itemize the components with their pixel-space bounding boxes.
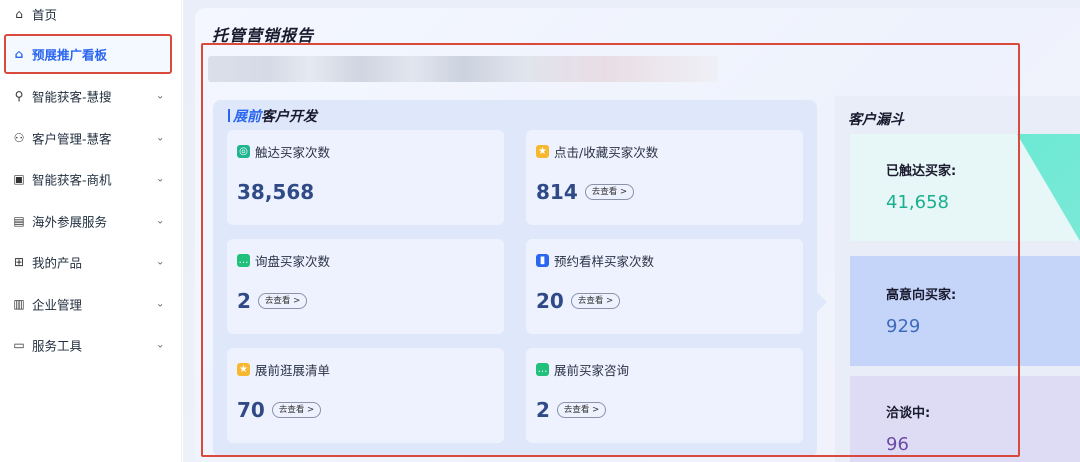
- opportunity-icon: ▣: [13, 172, 25, 186]
- sidebar-item-label: 智能获客-慧搜: [32, 89, 112, 105]
- highlight-frame: [201, 43, 1020, 457]
- sidebar-item[interactable]: ▭ 服务工具 ⌄: [0, 325, 182, 365]
- sidebar-item-label: 服务工具: [32, 338, 83, 354]
- sidebar-item-label: 我的产品: [32, 255, 83, 271]
- sidebar-item[interactable]: ▣ 智能获客-商机 ⌄: [0, 159, 182, 199]
- sidebar-item[interactable]: ⊞ 我的产品 ⌄: [0, 242, 182, 282]
- sidebar-item-label: 客户管理-慧客: [32, 131, 112, 147]
- building-icon: ▥: [13, 297, 25, 311]
- sidebar-item[interactable]: ⚲ 智能获客-慧搜 ⌄: [0, 76, 182, 116]
- sidebar-item[interactable]: ⌂ 首页: [0, 0, 182, 34]
- home-icon: ⌂: [15, 7, 23, 21]
- sidebar-item[interactable]: ▤ 海外参展服务 ⌄: [0, 201, 182, 241]
- sidebar: ⌂ 首页 ⌂ 预展推广看板 ⚲ 智能获客-慧搜 ⌄ ⚇ 客户管理-慧客 ⌄ ▣ 智能获客-商机 ⌄ ▤ 海外…: [0, 0, 182, 462]
- chevron-down-icon[interactable]: ⌄: [156, 299, 164, 310]
- clipboard-icon: ▤: [13, 214, 25, 228]
- sidebar-item-label: 智能获客-商机: [32, 172, 112, 188]
- dashboard-icon: ⌂: [14, 47, 24, 61]
- smart-search-icon: ⚲: [14, 89, 24, 103]
- customer-icon: ⚇: [13, 131, 25, 145]
- sidebar-item[interactable]: ⚇ 客户管理-慧客 ⌄: [0, 118, 182, 158]
- sidebar-item-label: 海外参展服务: [32, 214, 108, 230]
- sidebar-item[interactable]: ▥ 企业管理 ⌄: [0, 284, 182, 324]
- sidebar-item-label: 预展推广看板: [32, 47, 108, 63]
- sidebar-item-label: 首页: [32, 7, 58, 23]
- chevron-down-icon[interactable]: ⌄: [156, 216, 164, 227]
- chevron-down-icon[interactable]: ⌄: [156, 174, 164, 185]
- sidebar-item-label: 企业管理: [32, 297, 83, 313]
- chevron-down-icon[interactable]: ⌄: [156, 91, 164, 102]
- sidebar-item[interactable]: ⌂ 预展推广看板: [0, 34, 182, 74]
- product-icon: ⊞: [13, 255, 25, 269]
- toolbox-icon: ▭: [13, 338, 25, 352]
- chevron-down-icon[interactable]: ⌄: [156, 133, 164, 144]
- chevron-down-icon[interactable]: ⌄: [156, 340, 164, 351]
- chevron-down-icon[interactable]: ⌄: [156, 257, 164, 268]
